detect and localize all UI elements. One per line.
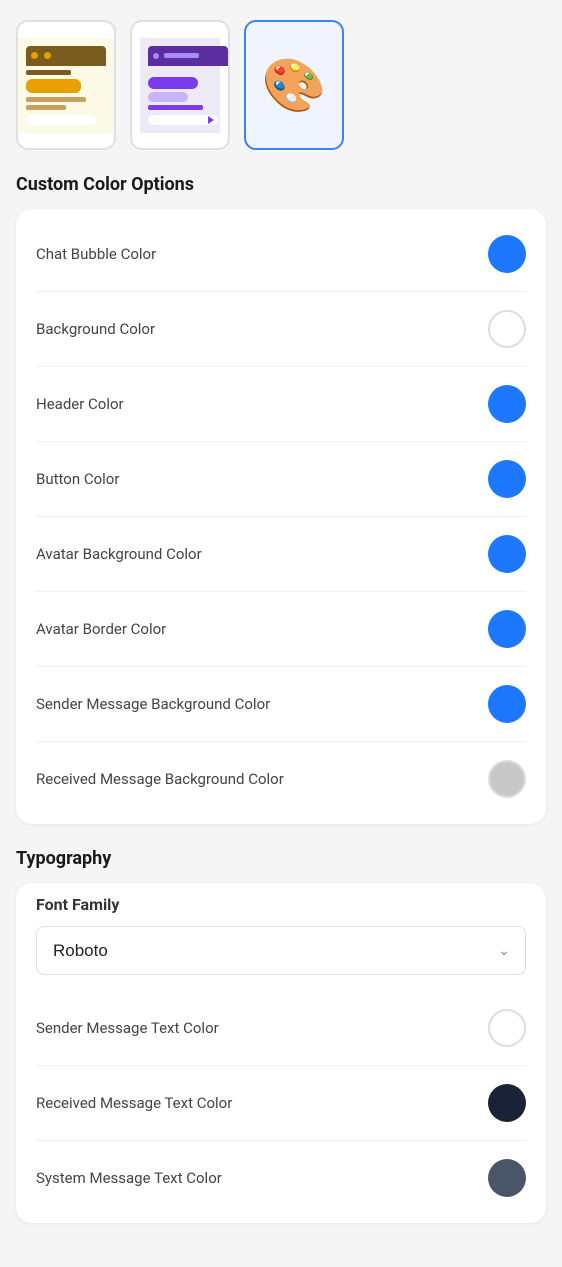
received-msg-bg-label: Received Message Background Color (36, 770, 284, 788)
font-family-label: Font Family (36, 895, 526, 914)
sender-text-label: Sender Message Text Color (36, 1019, 219, 1037)
custom-color-options-title: Custom Color Options (16, 174, 546, 195)
background-label: Background Color (36, 320, 155, 338)
theme-card-purple[interactable] (130, 20, 230, 150)
color-row-button: Button Color (36, 442, 526, 517)
chat-bubble-label: Chat Bubble Color (36, 245, 156, 263)
background-swatch[interactable] (488, 310, 526, 348)
color-row-avatar-border: Avatar Border Color (36, 592, 526, 667)
button-swatch[interactable] (488, 460, 526, 498)
color-row-chat-bubble: Chat Bubble Color (36, 217, 526, 292)
color-row-received-text: Received Message Text Color (36, 1066, 526, 1141)
received-msg-bg-swatch[interactable] (488, 760, 526, 798)
received-text-swatch[interactable] (488, 1084, 526, 1122)
avatar-bg-swatch[interactable] (488, 535, 526, 573)
avatar-border-swatch[interactable] (488, 610, 526, 648)
theme-card-yellow[interactable] (16, 20, 116, 150)
typography-title: Typography (16, 848, 546, 869)
color-row-avatar-bg: Avatar Background Color (36, 517, 526, 592)
header-label: Header Color (36, 395, 124, 413)
palette-icon: 🎨 (262, 55, 327, 116)
font-family-dropdown-wrapper: Roboto Arial Open Sans Lato Montserrat ⌄ (36, 926, 526, 975)
chat-bubble-swatch[interactable] (488, 235, 526, 273)
header-swatch[interactable] (488, 385, 526, 423)
typography-card: Font Family Roboto Arial Open Sans Lato … (16, 883, 546, 1223)
color-row-received-msg-bg: Received Message Background Color (36, 742, 526, 816)
sender-text-swatch[interactable] (488, 1009, 526, 1047)
font-family-select[interactable]: Roboto Arial Open Sans Lato Montserrat (36, 926, 526, 975)
color-row-system-text: System Message Text Color (36, 1141, 526, 1215)
custom-color-options-card: Chat Bubble Color Background Color Heade… (16, 209, 546, 824)
color-row-header: Header Color (36, 367, 526, 442)
received-text-label: Received Message Text Color (36, 1094, 232, 1112)
color-row-sender-text: Sender Message Text Color (36, 991, 526, 1066)
sender-msg-bg-swatch[interactable] (488, 685, 526, 723)
button-label: Button Color (36, 470, 119, 488)
theme-card-custom[interactable]: 🎨 (244, 20, 344, 150)
system-text-swatch[interactable] (488, 1159, 526, 1197)
color-row-background: Background Color (36, 292, 526, 367)
avatar-bg-label: Avatar Background Color (36, 545, 202, 563)
avatar-border-label: Avatar Border Color (36, 620, 166, 638)
sender-msg-bg-label: Sender Message Background Color (36, 695, 270, 713)
theme-selector: 🎨 (16, 20, 546, 150)
color-row-sender-msg-bg: Sender Message Background Color (36, 667, 526, 742)
